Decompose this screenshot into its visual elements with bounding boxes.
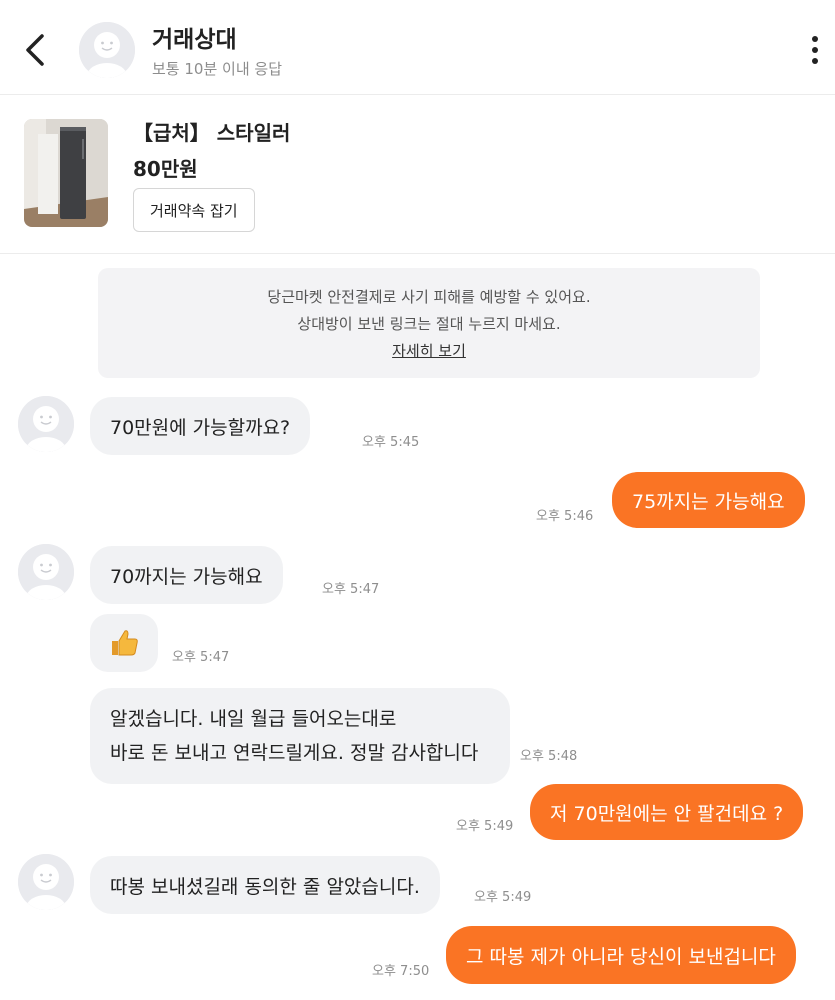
partner-avatar[interactable]	[79, 22, 135, 78]
partner-name: 거래상대	[152, 27, 237, 53]
styler-photo	[24, 119, 108, 227]
product-thumbnail[interactable]	[24, 119, 108, 227]
thumbs-up-icon	[112, 630, 138, 656]
message-bubble-incoming: 70까지는 가능해요	[90, 546, 283, 604]
message-time: 오후 5:47	[322, 582, 380, 597]
message-bubble-incoming: 알겠습니다. 내일 월급 들어오는대로 바로 돈 보내고 연락드릴게요. 정말 …	[90, 688, 510, 784]
default-avatar-icon	[18, 396, 74, 452]
message-time: 오후 5:46	[536, 509, 594, 524]
message-time: 오후 5:49	[474, 890, 532, 905]
chat-header: 거래상대 보통 10분 이내 응답	[0, 0, 835, 95]
message-time: 오후 5:48	[520, 749, 578, 764]
message-text-line: 바로 돈 보내고 연락드릴게요. 정말 감사합니다	[110, 742, 479, 764]
default-avatar-icon	[18, 854, 74, 910]
message-text-line: 알겠습니다. 내일 월급 들어오는대로	[110, 708, 397, 730]
product-price: 80만원	[133, 157, 198, 181]
partner-avatar[interactable]	[18, 854, 74, 910]
message-time: 오후 5:49	[456, 819, 514, 834]
message-bubble-incoming: 70만원에 가능할까요?	[90, 397, 311, 455]
message-bubble-outgoing: 75까지는 가능해요	[612, 472, 805, 528]
notice-line-2: 상대방이 보낸 링크는 절대 누르지 마세요.	[297, 315, 561, 333]
message-bubble-incoming: 따봉 보내셨길래 동의한 줄 알았습니다.	[90, 856, 440, 914]
default-avatar-icon	[18, 544, 74, 600]
notice-line-1: 당근마켓 안전결제로 사기 피해를 예방할 수 있어요.	[267, 288, 591, 306]
learn-more-link[interactable]: 자세히 보기	[392, 342, 466, 360]
more-vertical-icon	[812, 36, 818, 64]
back-button[interactable]	[18, 28, 54, 72]
more-button[interactable]	[801, 28, 829, 72]
product-card[interactable]: 【급처】 스타일러 80만원 거래약속 잡기	[0, 95, 835, 254]
product-title: 【급처】 스타일러	[133, 121, 291, 145]
default-avatar-icon	[79, 22, 135, 78]
safety-notice: 당근마켓 안전결제로 사기 피해를 예방할 수 있어요. 상대방이 보낸 링크는…	[98, 268, 760, 378]
message-time: 오후 7:50	[372, 964, 430, 979]
partner-avatar[interactable]	[18, 544, 74, 600]
message-time: 오후 5:47	[172, 650, 230, 665]
partner-avatar[interactable]	[18, 396, 74, 452]
make-appointment-button[interactable]: 거래약속 잡기	[133, 188, 255, 232]
response-time: 보통 10분 이내 응답	[152, 60, 282, 78]
chevron-left-icon	[26, 34, 44, 66]
message-bubble-outgoing: 저 70만원에는 안 팔건데요 ?	[530, 784, 804, 840]
message-bubble-outgoing: 그 따봉 제가 아니라 당신이 보낸겁니다	[446, 926, 796, 984]
message-time: 오후 5:45	[362, 435, 420, 450]
emoji-message-bubble	[90, 614, 158, 672]
